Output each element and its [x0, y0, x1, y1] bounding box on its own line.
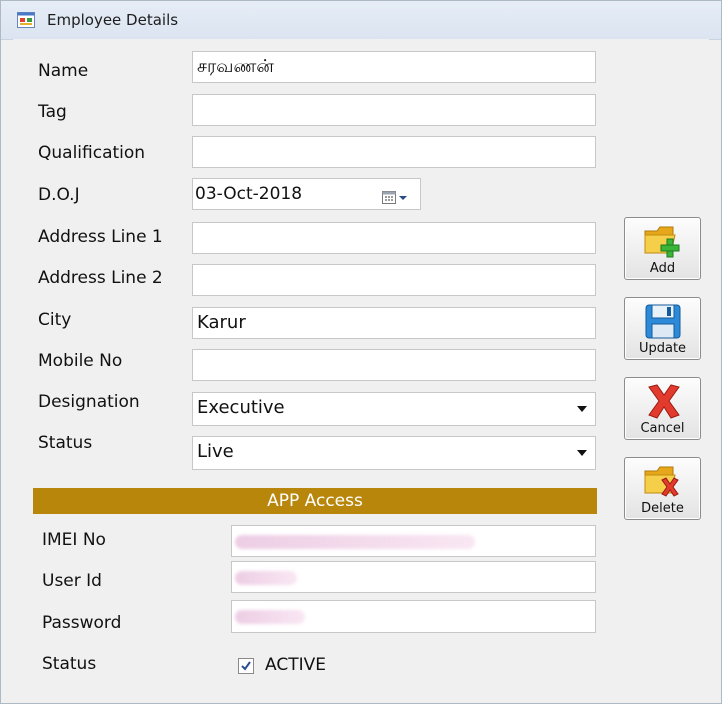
tag-input[interactable] [192, 94, 596, 126]
password-input[interactable] [231, 600, 596, 633]
address2-input[interactable] [192, 264, 596, 296]
status-value: Live [197, 441, 234, 462]
update-button[interactable]: Update [624, 297, 701, 360]
address1-label: Address Line 1 [38, 227, 163, 247]
doj-datepicker[interactable]: 03-Oct-2018 [192, 178, 421, 210]
user-id-input[interactable] [231, 561, 596, 593]
add-folder-icon [643, 223, 685, 261]
delete-label: Delete [641, 501, 684, 516]
delete-folder-icon [643, 463, 685, 501]
delete-button[interactable]: Delete [624, 457, 701, 520]
cancel-button[interactable]: Cancel [624, 377, 701, 440]
name-label: Name [38, 61, 89, 81]
doj-value: 03-Oct-2018 [195, 184, 303, 204]
employee-details-window: Employee Details Name Tag Qualification … [0, 0, 722, 704]
cancel-label: Cancel [640, 421, 685, 436]
chevron-down-icon [577, 450, 587, 456]
imei-input[interactable] [231, 525, 596, 557]
title-bar: Employee Details [1, 1, 721, 40]
add-button[interactable]: Add [624, 217, 701, 280]
designation-label: Designation [38, 392, 140, 412]
imei-label: IMEI No [42, 530, 106, 550]
mobile-input[interactable] [192, 349, 596, 381]
app-status-label: Status [42, 654, 97, 674]
designation-value: Executive [197, 397, 285, 418]
address2-label: Address Line 2 [38, 268, 163, 288]
window-title: Employee Details [47, 11, 179, 29]
name-input[interactable]: சரவணன் [192, 51, 596, 83]
mobile-label: Mobile No [38, 351, 123, 371]
tag-label: Tag [38, 102, 67, 122]
city-input[interactable]: Karur [192, 307, 596, 339]
chevron-down-icon [577, 406, 587, 412]
redacted-value [235, 535, 475, 549]
update-label: Update [638, 341, 687, 356]
address1-input[interactable] [192, 222, 596, 254]
form-icon [17, 12, 35, 28]
redacted-value [235, 571, 297, 585]
form-area: Name Tag Qualification D.O.J Address Lin… [13, 39, 709, 694]
app-access-header: APP Access [33, 488, 597, 514]
doj-label: D.O.J [38, 185, 80, 205]
active-label[interactable]: ACTIVE [265, 655, 326, 675]
qualification-label: Qualification [38, 143, 146, 163]
save-disk-icon [643, 303, 685, 341]
active-checkbox[interactable] [238, 658, 254, 674]
city-label: City [38, 310, 72, 330]
status-label: Status [38, 433, 93, 453]
status-select[interactable]: Live [192, 436, 596, 470]
calendar-dropdown-icon[interactable] [382, 186, 408, 204]
password-label: Password [42, 613, 122, 633]
designation-select[interactable]: Executive [192, 392, 596, 426]
user-id-label: User Id [42, 571, 102, 591]
checkmark-icon [241, 661, 251, 671]
redacted-value [235, 610, 305, 624]
close-icon [643, 383, 685, 421]
add-label: Add [649, 261, 676, 276]
qualification-input[interactable] [192, 136, 596, 168]
